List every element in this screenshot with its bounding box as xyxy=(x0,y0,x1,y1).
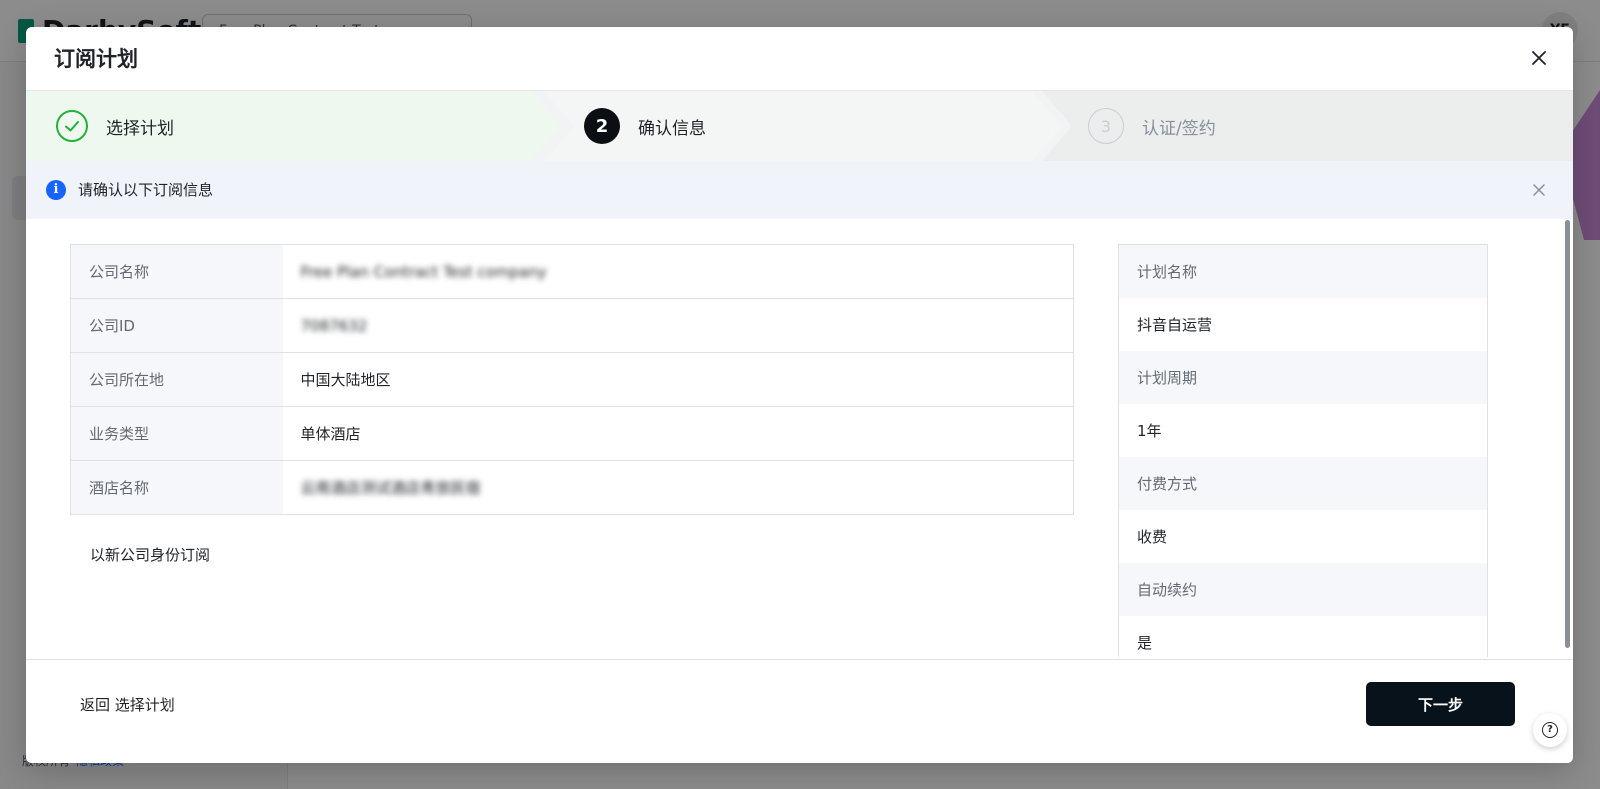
plan-name-label: 计划名称 xyxy=(1119,245,1487,298)
step-number: 2 xyxy=(584,108,620,144)
company-name-label: 公司名称 xyxy=(70,244,283,299)
modal-header: 订阅计划 xyxy=(26,27,1573,91)
modal-title: 订阅计划 xyxy=(54,47,138,71)
auto-renew-value: 是 xyxy=(1119,616,1487,657)
plan-period-label: 计划周期 xyxy=(1119,351,1487,404)
step-label: 认证/签约 xyxy=(1142,118,1216,139)
company-id-value: 7087632 xyxy=(282,298,1074,353)
company-name-value: Free Plan Contract Test company xyxy=(282,244,1074,299)
question-icon: ? xyxy=(1542,722,1558,738)
subscription-modal: 订阅计划 选择计划 2 确认信息 3 认证/签约 i 请确认以下订阅信息 公司名… xyxy=(26,27,1573,763)
step-verify-sign: 3 认证/签约 xyxy=(1042,91,1573,161)
plan-info-panel: 计划名称 抖音自运营 计划周期 1年 付费方式 收费 自动续约 是 xyxy=(1118,244,1488,657)
close-icon[interactable] xyxy=(1529,48,1549,68)
table-row: 公司ID 7087632 xyxy=(70,298,1074,353)
hotel-name-label: 酒店名称 xyxy=(70,460,283,515)
company-location-label: 公司所在地 xyxy=(70,352,283,407)
table-row: 公司所在地 中国大陆地区 xyxy=(70,352,1074,407)
table-row: 酒店名称 云南酒店测试酒店青旅民宿 xyxy=(70,460,1074,515)
plan-name-value: 抖音自运营 xyxy=(1119,298,1487,351)
stepper: 选择计划 2 确认信息 3 认证/签约 xyxy=(26,91,1573,161)
payment-method-label: 付费方式 xyxy=(1119,457,1487,510)
subscribe-as-new-company-link[interactable]: 以新公司身份订阅 xyxy=(90,544,210,565)
close-banner-icon[interactable] xyxy=(1531,182,1547,198)
check-icon xyxy=(56,110,88,142)
modal-footer: 返回 选择计划 下一步 xyxy=(26,659,1573,763)
step-confirm-info: 2 确认信息 xyxy=(544,91,1062,161)
back-to-select-plan-link[interactable]: 返回 选择计划 xyxy=(80,694,175,715)
payment-method-value: 收费 xyxy=(1119,510,1487,563)
step-select-plan: 选择计划 xyxy=(26,91,561,161)
company-location-value: 中国大陆地区 xyxy=(282,352,1074,407)
auto-renew-label: 自动续约 xyxy=(1119,563,1487,616)
business-type-label: 业务类型 xyxy=(70,406,283,461)
company-id-label: 公司ID xyxy=(70,298,283,353)
hotel-name-value: 云南酒店测试酒店青旅民宿 xyxy=(300,479,481,497)
step-label: 确认信息 xyxy=(638,118,706,139)
info-icon: i xyxy=(46,180,66,200)
next-step-button[interactable]: 下一步 xyxy=(1366,682,1515,726)
modal-content: 公司名称 Free Plan Contract Test company 公司I… xyxy=(26,219,1573,657)
plan-period-value: 1年 xyxy=(1119,404,1487,457)
step-label: 选择计划 xyxy=(106,118,174,139)
info-banner-text: 请确认以下订阅信息 xyxy=(78,181,214,199)
content-scrollbar[interactable] xyxy=(1565,220,1570,648)
company-info-table: 公司名称 Free Plan Contract Test company 公司I… xyxy=(70,244,1074,515)
table-row: 公司名称 Free Plan Contract Test company xyxy=(70,244,1074,299)
table-row: 业务类型 单体酒店 xyxy=(70,406,1074,461)
info-banner: i 请确认以下订阅信息 xyxy=(26,161,1573,219)
step-number: 3 xyxy=(1088,108,1124,144)
business-type-value: 单体酒店 xyxy=(282,406,1074,461)
help-button[interactable]: ? xyxy=(1533,713,1567,747)
